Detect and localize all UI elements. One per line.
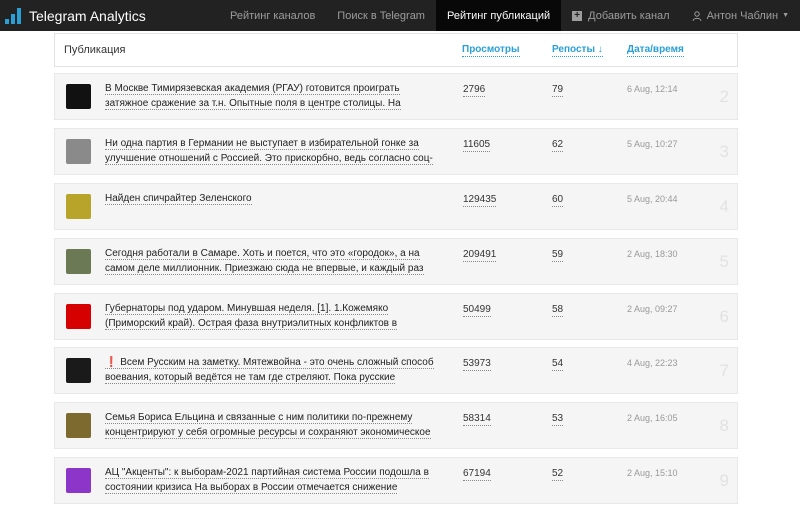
nav-add-channel-label: Добавить канал [588, 9, 670, 22]
publication-date: 5 Aug, 20:44 [627, 194, 678, 204]
rank-number: 5 [719, 252, 729, 271]
table-row: ❗ Всем Русским на заметку. Мятежвойна - … [54, 347, 738, 394]
publication-text: Семья Бориса Ельцина и связанные с ним п… [105, 412, 431, 439]
publication-date: 2 Aug, 16:05 [627, 413, 678, 423]
publication-link[interactable]: Ни одна партия в Германии не выступает в… [105, 136, 435, 168]
publication-text: Найден спичрайтер Зеленского [105, 193, 252, 205]
col-header-publication: Публикация [64, 44, 126, 56]
table-row: Ни одна партия в Германии не выступает в… [54, 128, 738, 175]
views-count[interactable]: 58314 [463, 413, 491, 426]
publication-link[interactable]: АЦ "Акценты": к выборам-2021 партийная с… [105, 465, 435, 497]
rank-number: 8 [719, 416, 729, 435]
channel-avatar[interactable] [66, 84, 91, 109]
publication-date: 2 Aug, 09:27 [627, 304, 678, 314]
reposts-count[interactable]: 62 [552, 139, 564, 152]
publication-text: Сегодня работали в Самаре. Хоть и поется… [105, 248, 424, 275]
reposts-count[interactable]: 52 [552, 468, 564, 481]
channel-avatar[interactable] [66, 358, 91, 383]
plus-icon: + [572, 10, 583, 21]
publication-text: АЦ "Акценты": к выборам-2021 партийная с… [105, 467, 429, 494]
nav-search[interactable]: Поиск в Telegram [326, 0, 436, 31]
caret-down-icon: ▼ [782, 12, 789, 19]
views-count[interactable]: 50499 [463, 304, 491, 317]
col-header-date[interactable]: Дата/время [627, 44, 684, 57]
publication-text: В Москве Тимирязевская академия (РГАУ) г… [105, 83, 401, 110]
nav-publication-rating[interactable]: Рейтинг публикаций [435, 0, 562, 31]
publication-text: ❗ Всем Русским на заметку. Мятежвойна - … [105, 357, 434, 384]
channel-avatar[interactable] [66, 194, 91, 219]
rank-number: 4 [719, 197, 729, 216]
reposts-count[interactable]: 60 [552, 194, 564, 207]
publication-text: Губернаторы под ударом. Минувшая неделя.… [105, 303, 398, 333]
channel-avatar[interactable] [66, 468, 91, 493]
publications-table: Публикация Просмотры Репосты ↓ Дата/врем… [54, 33, 738, 504]
nav-add-channel[interactable]: + Добавить канал [561, 0, 680, 31]
nav-channel-rating[interactable]: Рейтинг каналов [219, 0, 326, 31]
reposts-count[interactable]: 53 [552, 413, 564, 426]
views-count[interactable]: 209491 [463, 249, 497, 262]
channel-avatar[interactable] [66, 304, 91, 329]
views-count[interactable]: 11605 [463, 139, 491, 152]
user-menu[interactable]: Антон Чаблин ▼ [681, 0, 800, 31]
col-header-views[interactable]: Просмотры [462, 44, 520, 57]
reposts-count[interactable]: 79 [552, 84, 564, 97]
rank-number: 6 [719, 307, 729, 326]
publication-link[interactable]: Семья Бориса Ельцина и связанные с ним п… [105, 410, 435, 442]
brand[interactable]: Telegram Analytics [0, 0, 219, 31]
channel-avatar[interactable] [66, 139, 91, 164]
channel-avatar[interactable] [66, 249, 91, 274]
table-row: АЦ "Акценты": к выборам-2021 партийная с… [54, 457, 738, 504]
table-row: Найден спичрайтер Зеленского 129435 60 5 Au… [54, 183, 738, 230]
publication-date: 2 Aug, 18:30 [627, 249, 678, 259]
brand-title: Telegram Analytics [29, 7, 146, 24]
rank-number: 2 [719, 87, 729, 106]
publication-link[interactable]: ❗ Всем Русским на заметку. Мятежвойна - … [105, 355, 435, 387]
bar-chart-icon [5, 7, 22, 24]
reposts-count[interactable]: 54 [552, 358, 564, 371]
publication-date: 2 Aug, 15:10 [627, 468, 678, 478]
publication-link[interactable]: Найден спичрайтер Зеленского [105, 191, 435, 223]
rank-number: 7 [719, 361, 729, 380]
views-count[interactable]: 53973 [463, 358, 491, 371]
publication-date: 6 Aug, 12:14 [627, 84, 678, 94]
views-count[interactable]: 129435 [463, 194, 497, 207]
user-icon [692, 10, 702, 21]
user-name: Антон Чаблин [706, 9, 779, 22]
channel-avatar[interactable] [66, 413, 91, 438]
rank-number: 3 [719, 142, 729, 161]
views-count[interactable]: 2796 [463, 84, 486, 97]
table-header: Публикация Просмотры Репосты ↓ Дата/врем… [54, 33, 738, 67]
table-row: В Москве Тимирязевская академия (РГАУ) г… [54, 73, 738, 120]
publication-link[interactable]: В Москве Тимирязевская академия (РГАУ) г… [105, 81, 435, 113]
table-row: Сегодня работали в Самаре. Хоть и поется… [54, 238, 738, 285]
publication-link[interactable]: Сегодня работали в Самаре. Хоть и поется… [105, 246, 435, 278]
top-navbar: Telegram Analytics Рейтинг каналов Поиск… [0, 0, 800, 31]
publication-text: Ни одна партия в Германии не выступает в… [105, 138, 433, 165]
table-row: Губернаторы под ударом. Минувшая неделя.… [54, 293, 738, 340]
col-header-reposts[interactable]: Репосты ↓ [552, 44, 603, 57]
reposts-count[interactable]: 59 [552, 249, 564, 262]
views-count[interactable]: 67194 [463, 468, 491, 481]
publication-date: 4 Aug, 22:23 [627, 358, 678, 368]
reposts-count[interactable]: 58 [552, 304, 564, 317]
publication-link[interactable]: Губернаторы под ударом. Минувшая неделя.… [105, 301, 435, 333]
table-row: Семья Бориса Ельцина и связанные с ним п… [54, 402, 738, 449]
publication-date: 5 Aug, 10:27 [627, 139, 678, 149]
rank-number: 9 [719, 471, 729, 490]
